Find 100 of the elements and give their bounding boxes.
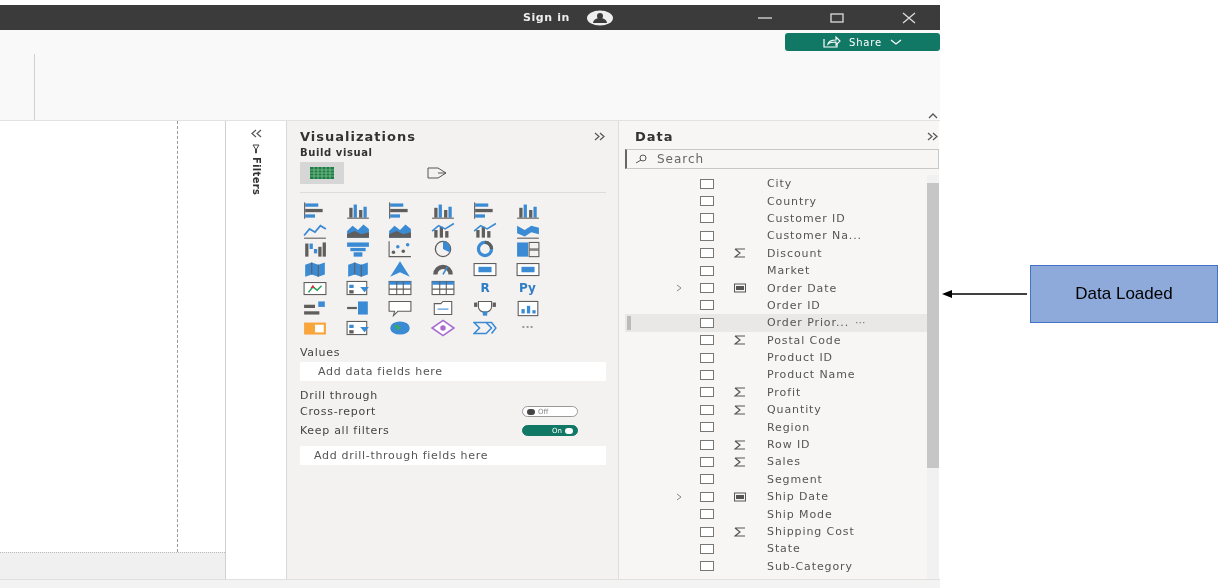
section-label: Drill through <box>300 389 379 403</box>
decomposition-tree-icon[interactable] <box>345 298 370 317</box>
checkbox[interactable] <box>700 178 714 189</box>
chevron-right-icon[interactable] <box>675 284 683 293</box>
checkbox[interactable] <box>700 561 714 572</box>
field-row[interactable]: Customer ID <box>625 209 927 228</box>
combo-chart-icon[interactable] <box>473 220 497 239</box>
table-icon[interactable] <box>430 279 455 298</box>
checkbox[interactable] <box>700 248 714 259</box>
avatar-icon[interactable] <box>586 9 614 26</box>
checkbox[interactable] <box>700 491 714 502</box>
checkbox[interactable] <box>700 265 714 276</box>
field-row[interactable]: Ship Date <box>625 488 927 506</box>
collapse-icon[interactable] <box>250 129 262 138</box>
map-icon[interactable] <box>303 259 327 278</box>
checkbox[interactable] <box>700 196 714 207</box>
field-name: Product ID <box>767 351 833 365</box>
checkbox[interactable] <box>700 543 714 554</box>
field-row[interactable]: Product Name <box>625 366 927 384</box>
diamond-icon[interactable] <box>430 318 455 337</box>
checkbox[interactable] <box>700 370 714 380</box>
close-icon[interactable] <box>900 10 918 25</box>
section-label: Build visual <box>300 147 374 158</box>
resize-handle[interactable] <box>627 316 631 331</box>
search-field[interactable]: Search <box>625 149 939 169</box>
map-icon[interactable] <box>345 259 370 278</box>
slicer-icon[interactable] <box>345 279 370 298</box>
field-row[interactable]: Quantity <box>625 401 927 419</box>
maximize-icon[interactable] <box>828 10 846 25</box>
triangle-icon[interactable] <box>388 259 412 278</box>
checkbox[interactable] <box>700 387 714 398</box>
sigma-icon <box>734 335 746 346</box>
build-visual-tab[interactable] <box>300 162 344 184</box>
field-name: Order ID <box>767 298 821 312</box>
checkbox[interactable] <box>700 439 714 450</box>
drop-field[interactable]: Add data fields here <box>300 362 606 382</box>
scrollbar-thumb[interactable] <box>927 183 939 468</box>
field-row[interactable]: Postal Code <box>625 331 927 349</box>
more-options-button[interactable]: ··· <box>855 316 866 330</box>
drop-field[interactable]: Add drill-through fields here <box>300 446 606 466</box>
field-row[interactable]: Order ID <box>625 296 927 315</box>
field-name: Order Date <box>767 281 838 295</box>
funnel-chart-icon[interactable] <box>345 240 370 259</box>
sigma-icon <box>734 439 746 450</box>
checkbox[interactable] <box>700 213 714 224</box>
field-row[interactable]: Country <box>625 192 927 210</box>
checkbox[interactable] <box>700 335 714 346</box>
field-row[interactable]: City <box>625 175 927 193</box>
sign-in-link[interactable]: Sign in <box>516 10 576 25</box>
filters-title[interactable]: Filters <box>250 157 262 196</box>
waterfall-chart-icon[interactable] <box>303 240 327 259</box>
visual-type-button[interactable]: R <box>473 279 497 298</box>
visual-type-button[interactable]: Py <box>515 279 540 298</box>
sigma-icon <box>734 387 746 398</box>
expand-icon[interactable] <box>927 131 939 141</box>
field-row[interactable]: Ship Mode <box>625 505 927 523</box>
checkbox[interactable] <box>700 509 714 520</box>
share-icon <box>823 36 842 48</box>
share-button[interactable]: Share <box>785 33 940 51</box>
checkbox[interactable] <box>700 352 714 363</box>
field-row[interactable]: Segment <box>625 470 927 489</box>
field-row[interactable]: Sales <box>625 453 927 471</box>
checkbox[interactable] <box>700 456 714 467</box>
treemap-icon[interactable] <box>515 240 540 259</box>
field-row[interactable]: Customer Na... <box>625 227 927 245</box>
collapse-ribbon-icon[interactable] <box>928 113 938 119</box>
field-row[interactable]: Profit <box>625 383 927 402</box>
field-row[interactable]: Row ID <box>625 435 927 454</box>
pane-title: Data <box>635 128 674 144</box>
checkbox[interactable] <box>700 300 714 311</box>
checkbox[interactable] <box>700 422 714 433</box>
field-row[interactable]: Order Date <box>625 279 927 297</box>
checkbox[interactable] <box>700 230 714 241</box>
kpi-icon[interactable] <box>303 279 327 298</box>
field-row[interactable]: Order Prior... ··· <box>625 314 927 332</box>
chevron-down-icon <box>889 38 902 46</box>
checkbox[interactable] <box>700 526 714 537</box>
slicer-icon[interactable] <box>345 318 370 337</box>
expand-icon[interactable] <box>594 131 606 141</box>
chevron-right-icon[interactable] <box>675 492 683 501</box>
field-row[interactable]: State <box>625 540 927 558</box>
checkbox[interactable] <box>700 474 714 485</box>
field-row[interactable]: Region <box>625 418 927 436</box>
field-row[interactable]: Product ID <box>625 348 927 367</box>
trophy-icon[interactable] <box>473 298 497 317</box>
field-row[interactable]: Market <box>625 261 927 280</box>
field-row[interactable]: Discount <box>625 244 927 262</box>
combo-chart-icon[interactable] <box>430 220 455 239</box>
table-icon[interactable] <box>388 279 412 298</box>
influencers-icon[interactable] <box>303 298 327 317</box>
checkbox[interactable] <box>700 317 714 328</box>
field-name: Discount <box>767 246 823 260</box>
report-icon[interactable] <box>515 298 540 317</box>
checkbox[interactable] <box>700 404 714 415</box>
field-row[interactable]: Shipping Cost <box>625 522 927 541</box>
speech-bubble-icon[interactable] <box>388 298 412 317</box>
scatter-chart-icon[interactable] <box>388 240 412 259</box>
checkbox[interactable] <box>700 283 714 294</box>
field-name: Market <box>767 264 811 278</box>
field-row[interactable]: Sub-Category <box>625 557 927 575</box>
